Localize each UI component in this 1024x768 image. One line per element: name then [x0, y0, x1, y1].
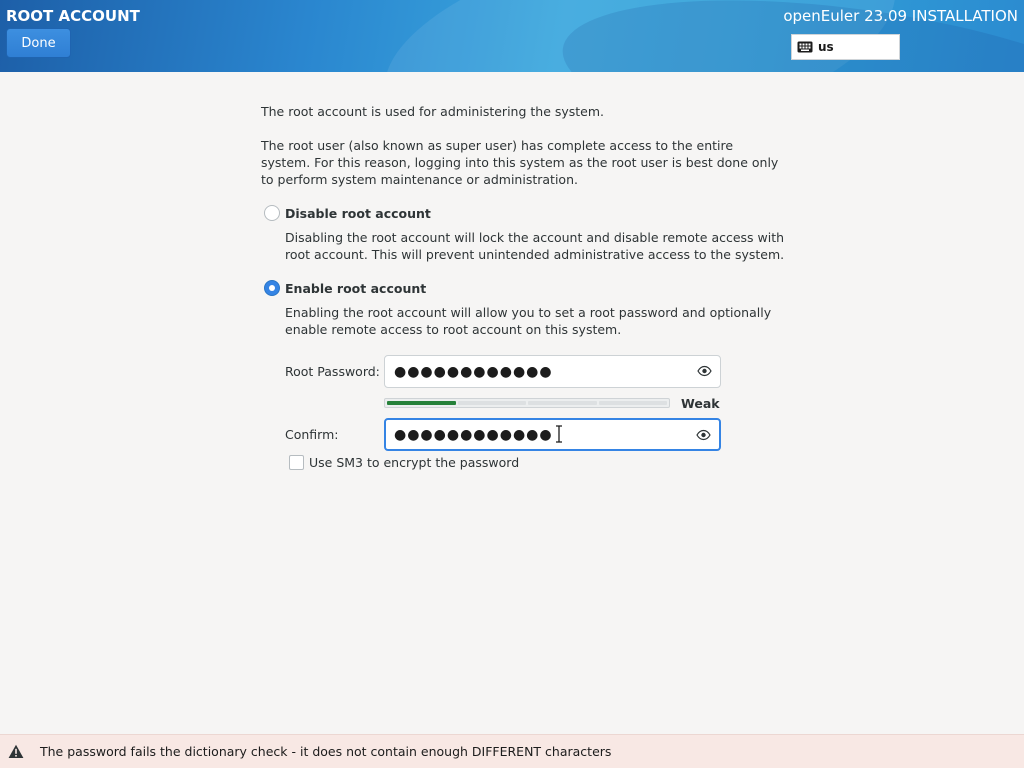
enable-root-description: Enabling the root account will allow you… [285, 305, 772, 337]
disable-root-radio[interactable] [264, 205, 280, 221]
sm3-label: Use SM3 to encrypt the password [309, 455, 520, 470]
sm3-checkbox[interactable] [289, 455, 304, 470]
product-title: openEuler 23.09 INSTALLATION [783, 7, 1018, 25]
confirm-password-label: Confirm: [285, 427, 339, 442]
sm3-option[interactable]: Use SM3 to encrypt the password [289, 455, 519, 470]
page-title: ROOT ACCOUNT [6, 7, 140, 25]
enable-root-radio[interactable] [264, 280, 280, 296]
keyboard-layout-button[interactable]: us [791, 34, 900, 60]
password-strength-label: Weak [681, 396, 720, 411]
show-password-icon[interactable] [697, 365, 712, 377]
confirm-password-value: ●●●●●●●●●●●● [394, 426, 553, 443]
strength-segment [598, 401, 667, 405]
header-bar: ROOT ACCOUNT Done openEuler 23.09 INSTAL… [0, 0, 1024, 72]
root-password-field[interactable]: ●●●●●●●●●●●● [384, 355, 721, 388]
intro-description: The root user (also known as super user)… [261, 138, 779, 187]
strength-segment [457, 401, 526, 405]
enable-root-option[interactable]: Enable root account [264, 280, 426, 296]
strength-segment [387, 401, 456, 405]
root-password-value: ●●●●●●●●●●●● [394, 363, 553, 380]
strength-segment [528, 401, 597, 405]
show-password-icon[interactable] [696, 429, 711, 441]
root-password-label: Root Password: [285, 364, 380, 379]
confirm-password-field[interactable]: ●●●●●●●●●●●● [384, 418, 721, 451]
warning-bar: The password fails the dictionary check … [0, 734, 1024, 768]
password-strength-bar [384, 398, 670, 408]
text-cursor-icon [556, 425, 562, 443]
done-button[interactable]: Done [6, 28, 71, 58]
disable-root-option[interactable]: Disable root account [264, 205, 431, 221]
keyboard-icon [797, 41, 813, 53]
disable-root-description: Disabling the root account will lock the… [285, 230, 785, 262]
intro-text: The root account is used for administeri… [261, 104, 605, 119]
warning-icon [8, 744, 24, 758]
warning-message: The password fails the dictionary check … [40, 744, 612, 759]
keyboard-layout-label: us [818, 40, 834, 54]
disable-root-label: Disable root account [285, 205, 431, 221]
enable-root-label: Enable root account [285, 280, 427, 296]
